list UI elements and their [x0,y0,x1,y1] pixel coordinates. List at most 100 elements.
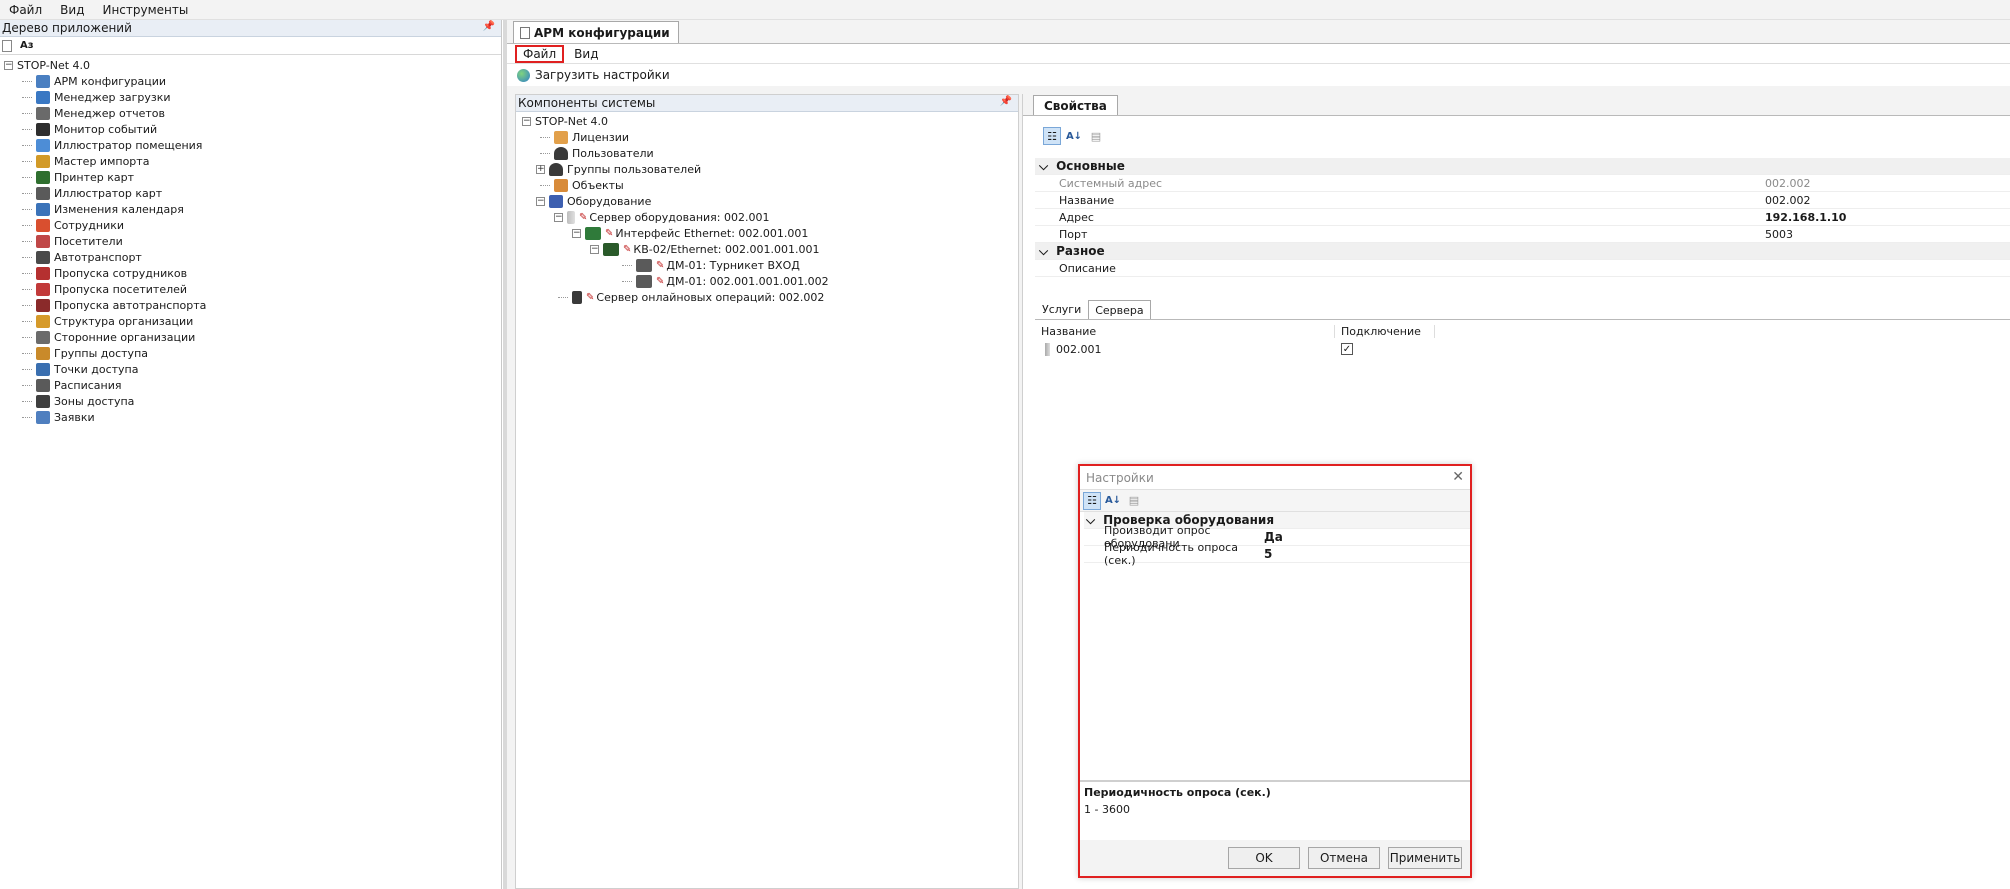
tree-node-kv02[interactable]: − ✎ КВ-02/Ethernet: 002.001.001.001 [516,241,1018,257]
tree-line [622,280,632,282]
tree-node-user-groups[interactable]: + Группы пользователей [516,161,1018,177]
sort-az-icon[interactable]: A↓ [1104,492,1122,510]
property-label: Периодичность опроса (сек.) [1104,541,1238,567]
property-value[interactable]: 002.002 [1765,194,1811,207]
property-row-poll-period[interactable]: Периодичность опроса (сек.) 5 [1084,541,1470,567]
collapse-icon[interactable]: − [572,228,581,238]
config-icon [36,74,50,88]
collapse-icon[interactable]: − [536,196,545,206]
app-tree-item[interactable]: Расписания [0,377,501,393]
property-value[interactable]: 5003 [1765,228,1793,241]
expand-icon[interactable]: + [536,164,545,174]
categorized-view-icon[interactable]: ☷ [1083,491,1101,510]
doc-menu-view[interactable]: Вид [574,47,598,61]
load-settings-button[interactable]: Загрузить настройки [507,64,2010,86]
column-connection[interactable]: Подключение [1335,324,1435,338]
property-row-description[interactable]: Описание [1035,260,2010,277]
app-tree-item-label: Сотрудники [54,218,125,232]
menu-tools[interactable]: Инструменты [93,3,197,17]
app-tree-item[interactable]: Структура организации [0,313,501,329]
property-row-name[interactable]: Название 002.002 [1035,192,2010,209]
expand-all-icon[interactable] [2,39,12,52]
pin-icon[interactable]: 📌 [483,21,495,32]
collapse-icon[interactable]: − [590,244,599,254]
app-tree-item[interactable]: Принтер карт [0,169,501,185]
tab-config-workstation[interactable]: АРМ конфигурации [513,21,679,43]
tab-properties[interactable]: Свойства [1033,95,1118,115]
tree-node-equipment[interactable]: − Оборудование [516,193,1018,209]
app-tree-item[interactable]: Точки доступа [0,361,501,377]
access-point-icon [36,362,50,376]
app-tree-item[interactable]: АРМ конфигурации [0,73,501,89]
app-tree-item[interactable]: Изменения календаря [0,201,501,217]
apply-button[interactable]: Применить [1388,847,1462,869]
property-row-system-address[interactable]: Системный адрес 002.002 [1035,175,2010,192]
tree-node-root[interactable]: − STOP-Net 4.0 [516,113,1018,129]
menu-file[interactable]: Файл [0,3,51,17]
categorized-view-icon[interactable]: ☷ [1043,127,1061,145]
connected-checkbox[interactable]: ✓ [1341,343,1353,355]
ok-button[interactable]: OK [1228,847,1300,869]
tree-line [22,144,32,146]
settings-dialog: Настройки ✕ ☷ A↓ ▤ ⌵ Проверка оборудовани… [1078,464,1472,878]
tab-servers[interactable]: Сервера [1088,300,1151,319]
app-tree-item[interactable]: Иллюстратор карт [0,185,501,201]
cancel-button[interactable]: Отмена [1308,847,1380,869]
sort-alpha-button[interactable]: Аз [20,40,34,51]
tree-node-online-server[interactable]: ✎ Сервер онлайновых операций: 002.002 [516,289,1018,305]
tree-node-ethernet-interface[interactable]: − ✎ Интерфейс Ethernet: 002.001.001 [516,225,1018,241]
app-tree-item[interactable]: Менеджер загрузки [0,89,501,105]
doc-menu-file[interactable]: Файл [515,44,565,63]
property-row-address[interactable]: Адрес 192.168.1.10 [1035,209,2010,226]
edit-pencil-icon: ✎ [656,259,665,271]
property-value: 002.002 [1765,176,1811,190]
property-value[interactable]: 192.168.1.10 [1765,211,1846,224]
app-tree-root[interactable]: − STOP-Net 4.0 [0,57,501,73]
app-tree-item[interactable]: Автотранспорт [0,249,501,265]
app-tree-item[interactable]: Заявки [0,409,501,425]
property-row-port[interactable]: Порт 5003 [1035,226,2010,243]
app-tree-item[interactable]: Группы доступа [0,345,501,361]
app-tree-item-label: Иллюстратор карт [54,186,163,200]
property-value[interactable]: Да [1264,530,1283,544]
pin-icon[interactable]: 📌 [1000,96,1012,107]
collapse-icon[interactable]: − [4,60,13,70]
app-tree-item[interactable]: Монитор событий [0,121,501,137]
collapse-icon[interactable]: − [522,116,531,126]
table-row[interactable]: 002.001 ✓ [1035,340,2010,358]
category-main[interactable]: ⌵ Основные [1035,158,2010,175]
chevron-down-icon[interactable]: ⌵ [1039,244,1048,258]
property-value[interactable]: 5 [1264,547,1272,561]
app-tree-item[interactable]: Мастер импорта [0,153,501,169]
visitor-pass-icon [36,282,50,296]
app-tree-item[interactable]: Иллюстратор помещения [0,137,501,153]
app-tree-item[interactable]: Зоны доступа [0,393,501,409]
app-tree-item[interactable]: Сторонние организации [0,329,501,345]
menu-view[interactable]: Вид [51,3,93,17]
chevron-down-icon[interactable]: ⌵ [1039,159,1048,173]
tree-node-dm01-entry[interactable]: ✎ ДМ-01: Турникет ВХОД [516,257,1018,273]
app-tree-item[interactable]: Пропуска сотрудников [0,265,501,281]
tree-node-objects[interactable]: Объекты [516,177,1018,193]
tab-services[interactable]: Услуги [1035,300,1088,319]
tree-line [22,80,32,82]
app-tree-item[interactable]: Сотрудники [0,217,501,233]
app-tree-item[interactable]: Менеджер отчетов [0,105,501,121]
tree-node-licenses[interactable]: Лицензии [516,129,1018,145]
collapse-icon[interactable]: − [554,212,563,222]
tree-line [22,320,32,322]
tree-label: Пользователи [572,146,654,160]
app-tree-item[interactable]: Посетители [0,233,501,249]
dialog-titlebar[interactable]: Настройки ✕ [1080,466,1470,490]
tree-node-equipment-server[interactable]: − ✎ Сервер оборудования: 002.001 [516,209,1018,225]
property-pages-icon[interactable]: ▤ [1125,492,1143,510]
app-tree-item[interactable]: Пропуска посетителей [0,281,501,297]
property-pages-icon[interactable]: ▤ [1087,127,1105,145]
sort-az-icon[interactable]: A↓ [1065,127,1083,145]
app-tree-item[interactable]: Пропуска автотранспорта [0,297,501,313]
category-misc[interactable]: ⌵ Разное [1035,243,2010,260]
tree-node-users[interactable]: Пользователи [516,145,1018,161]
column-name[interactable]: Название [1035,324,1335,338]
tree-node-dm01-2[interactable]: ✎ ДМ-01: 002.001.001.001.002 [516,273,1018,289]
close-icon[interactable]: ✕ [1452,469,1464,485]
